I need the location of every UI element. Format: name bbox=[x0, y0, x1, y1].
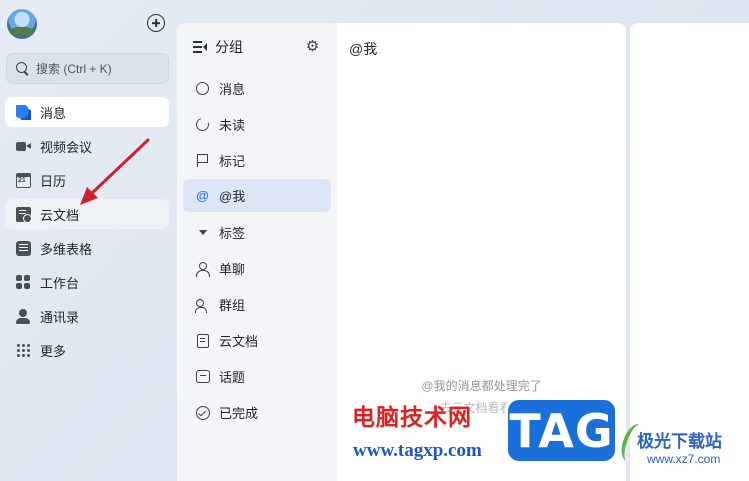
nav-item-label: 云文档 bbox=[40, 207, 80, 223]
watermark-site-name: 电脑技术网 bbox=[352, 404, 472, 431]
group-icon bbox=[195, 297, 210, 313]
person-icon bbox=[195, 261, 210, 277]
empty-state-text: @我的消息都处理完了 bbox=[421, 379, 542, 393]
nav-item-label: 日历 bbox=[40, 173, 67, 189]
watermark-xz7-logo: 极光下载站 www.xz7.com bbox=[616, 420, 741, 471]
unread-icon bbox=[193, 115, 212, 134]
filter-item-label: @我 bbox=[219, 189, 246, 204]
nav-item-label: 通讯录 bbox=[40, 309, 80, 325]
cloud-doc-icon bbox=[16, 206, 32, 223]
filter-item-label: 群组 bbox=[219, 298, 246, 313]
watermark-logo-name: 极光下载站 bbox=[637, 432, 722, 452]
caret-down-icon bbox=[195, 225, 210, 240]
filter-panel-header: 分组 bbox=[193, 37, 243, 57]
filter-item-label: 单聊 bbox=[219, 262, 246, 277]
panel-title: @我 bbox=[349, 41, 378, 57]
filter-item-topics[interactable]: 话题 bbox=[183, 360, 331, 393]
video-meeting-icon bbox=[16, 139, 31, 154]
filter-item-label: 云文档 bbox=[219, 334, 259, 349]
filter-panel: 分组 ⚙ 消息 未读 标记 @ @我 标签 单聊 群组 云文档 话题 已完成 bbox=[177, 23, 337, 481]
gear-icon[interactable]: ⚙ bbox=[305, 39, 320, 54]
message-icon bbox=[16, 104, 31, 120]
filter-item-direct-chats[interactable]: 单聊 bbox=[183, 252, 331, 285]
filter-item-label: 消息 bbox=[219, 82, 246, 97]
filter-item-done[interactable]: 已完成 bbox=[183, 396, 331, 429]
filter-item-messages[interactable]: 消息 bbox=[183, 72, 331, 105]
nav-item-messages[interactable]: 消息 bbox=[5, 97, 169, 127]
filter-item-unread[interactable]: 未读 bbox=[183, 108, 331, 141]
more-icon bbox=[16, 343, 31, 358]
global-search-box[interactable]: 搜索 (Ctrl + K) bbox=[6, 53, 169, 84]
nav-item-contacts[interactable]: 通讯录 bbox=[5, 301, 169, 331]
workplace-icon bbox=[16, 274, 31, 290]
nav-item-base-sheets[interactable]: 多维表格 bbox=[5, 233, 169, 263]
filter-item-label: 话题 bbox=[219, 370, 246, 385]
nav-item-label: 工作台 bbox=[40, 275, 80, 291]
watermark-tag-logo: TAG bbox=[505, 397, 618, 464]
nav-item-more[interactable]: 更多 bbox=[5, 335, 169, 365]
flag-icon bbox=[195, 153, 210, 168]
filter-item-label: 标记 bbox=[219, 154, 246, 169]
nav-item-label: 消息 bbox=[40, 105, 67, 121]
nav-item-label: 更多 bbox=[40, 343, 67, 359]
filter-item-groups[interactable]: 群组 bbox=[183, 288, 331, 321]
filter-item-tags[interactable]: 标签 bbox=[183, 216, 331, 249]
filter-item-label: 未读 bbox=[219, 118, 246, 133]
filter-item-label: 已完成 bbox=[219, 406, 259, 421]
filter-item-flagged[interactable]: 标记 bbox=[183, 144, 331, 177]
left-navigation: 搜索 (Ctrl + K) 消息 视频会议 日历 云文档 多维表格 工作台 通讯… bbox=[0, 0, 176, 481]
check-circle-icon bbox=[195, 405, 210, 420]
nav-item-label: 多维表格 bbox=[40, 241, 93, 257]
user-avatar[interactable] bbox=[7, 9, 37, 39]
sheet-icon bbox=[16, 240, 31, 256]
filter-item-docs[interactable]: 云文档 bbox=[183, 324, 331, 357]
message-circle-icon bbox=[195, 81, 210, 96]
annotation-arrow bbox=[80, 138, 150, 205]
watermark-site-url: www.tagxp.com bbox=[353, 440, 482, 461]
contacts-icon bbox=[16, 308, 31, 324]
topic-icon bbox=[195, 369, 210, 384]
nav-item-workplace[interactable]: 工作台 bbox=[5, 267, 169, 297]
create-plus-button[interactable] bbox=[147, 14, 165, 32]
watermark-logo-url: www.xz7.com bbox=[647, 452, 721, 466]
calendar-icon bbox=[16, 172, 31, 188]
search-placeholder: 搜索 (Ctrl + K) bbox=[36, 62, 112, 76]
at-icon: @ bbox=[196, 188, 209, 203]
detail-panel bbox=[630, 23, 749, 481]
group-label: 分组 bbox=[215, 39, 243, 55]
doc-icon bbox=[195, 333, 210, 348]
collapse-sidebar-icon[interactable] bbox=[193, 41, 208, 53]
filter-item-mentions[interactable]: @ @我 bbox=[183, 179, 331, 212]
search-icon bbox=[16, 62, 29, 75]
filter-item-label: 标签 bbox=[219, 226, 246, 241]
